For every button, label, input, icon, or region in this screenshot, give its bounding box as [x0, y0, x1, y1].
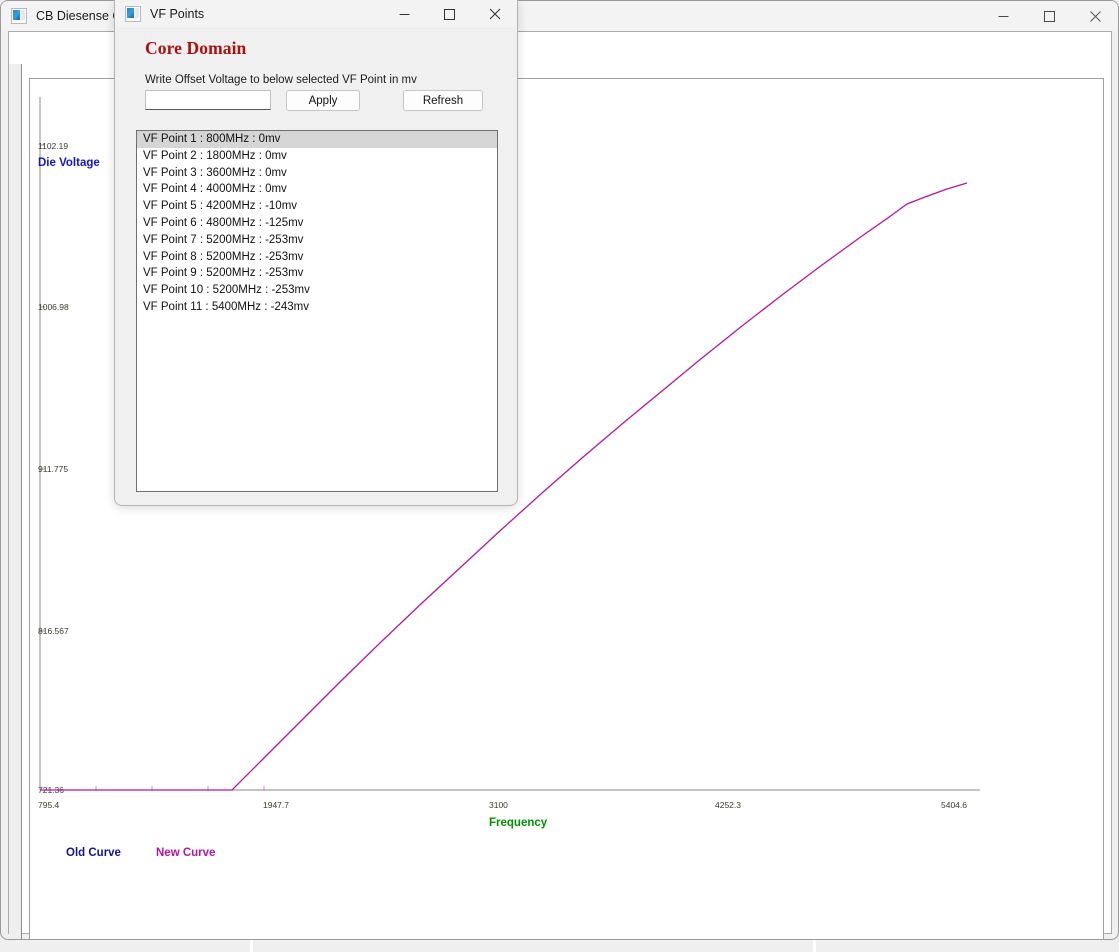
app-icon — [11, 8, 27, 24]
offset-voltage-hint: Write Offset Voltage to below selected V… — [145, 74, 417, 86]
y-tick-label-2: 911.775 — [38, 464, 68, 474]
list-item[interactable]: VF Point 2 : 1800MHz : 0mv — [137, 148, 497, 165]
list-item[interactable]: VF Point 9 : 5200MHz : -253mv — [137, 265, 497, 282]
list-item[interactable]: VF Point 6 : 4800MHz : -125mv — [137, 215, 497, 232]
taskbar-segment-left — [0, 940, 250, 952]
vf-dialog-title: VF Points — [150, 7, 205, 21]
taskbar-segment-mid — [253, 940, 813, 952]
list-item[interactable]: VF Point 1 : 800MHz : 0mv — [137, 131, 497, 148]
x-tick-label-0: 795.4 — [38, 800, 60, 810]
x-tick-label-4: 5404.6 — [941, 800, 967, 810]
main-window-controls — [980, 1, 1118, 31]
list-item[interactable]: VF Point 11 : 5400MHz : -243mv — [137, 299, 497, 316]
taskbar-segment-right — [816, 940, 1119, 952]
y-tick-label-4: 1102.19 — [38, 141, 68, 151]
maximize-icon[interactable] — [1026, 1, 1072, 31]
y-tick-label-1: 816.567 — [38, 626, 69, 636]
minimize-icon[interactable] — [382, 0, 427, 28]
list-item[interactable]: VF Point 10 : 5200MHz : -253mv — [137, 282, 497, 299]
vscroll-track[interactable] — [9, 64, 22, 939]
vf-dialog-body: Core Domain Write Offset Voltage to belo… — [115, 28, 517, 506]
y-tick-marks — [40, 144, 45, 632]
vf-dialog-titlebar[interactable]: VF Points — [115, 0, 517, 29]
list-item[interactable]: VF Point 4 : 4000MHz : 0mv — [137, 181, 497, 198]
list-item[interactable]: VF Point 3 : 3600MHz : 0mv — [137, 165, 497, 182]
close-icon[interactable] — [472, 0, 517, 28]
maximize-icon[interactable] — [427, 0, 472, 28]
close-icon[interactable] — [1072, 1, 1118, 31]
minimize-icon[interactable] — [980, 1, 1026, 31]
legend-old-curve: Old Curve — [66, 847, 121, 859]
vf-dialog-window-controls — [382, 0, 517, 28]
vf-points-list[interactable]: VF Point 1 : 800MHz : 0mv VF Point 2 : 18… — [136, 130, 498, 492]
refresh-button[interactable]: Refresh — [403, 90, 483, 111]
legend-new-curve: New Curve — [156, 847, 215, 859]
list-item[interactable]: VF Point 5 : 4200MHz : -10mv — [137, 198, 497, 215]
list-item[interactable]: VF Point 8 : 5200MHz : -253mv — [137, 249, 497, 266]
offset-voltage-input[interactable] — [145, 90, 271, 110]
x-tick-label-3: 4252.3 — [715, 800, 741, 810]
vf-points-dialog: VF Points Core Domain Write Offset Volta… — [114, 0, 518, 506]
x-tick-label-2: 3100 — [489, 800, 508, 810]
app-icon — [125, 6, 141, 22]
core-domain-heading: Core Domain — [145, 38, 247, 58]
y-tick-label-3: 1006.98 — [38, 302, 69, 312]
x-tick-label-1: 1947.7 — [263, 800, 289, 810]
apply-button[interactable]: Apply — [286, 90, 360, 111]
list-item[interactable]: VF Point 7 : 5200MHz : -253mv — [137, 232, 497, 249]
x-axis-title: Frequency — [489, 817, 548, 829]
y-axis-title: Die Voltage — [38, 157, 100, 169]
taskbar-strip — [0, 940, 1119, 952]
